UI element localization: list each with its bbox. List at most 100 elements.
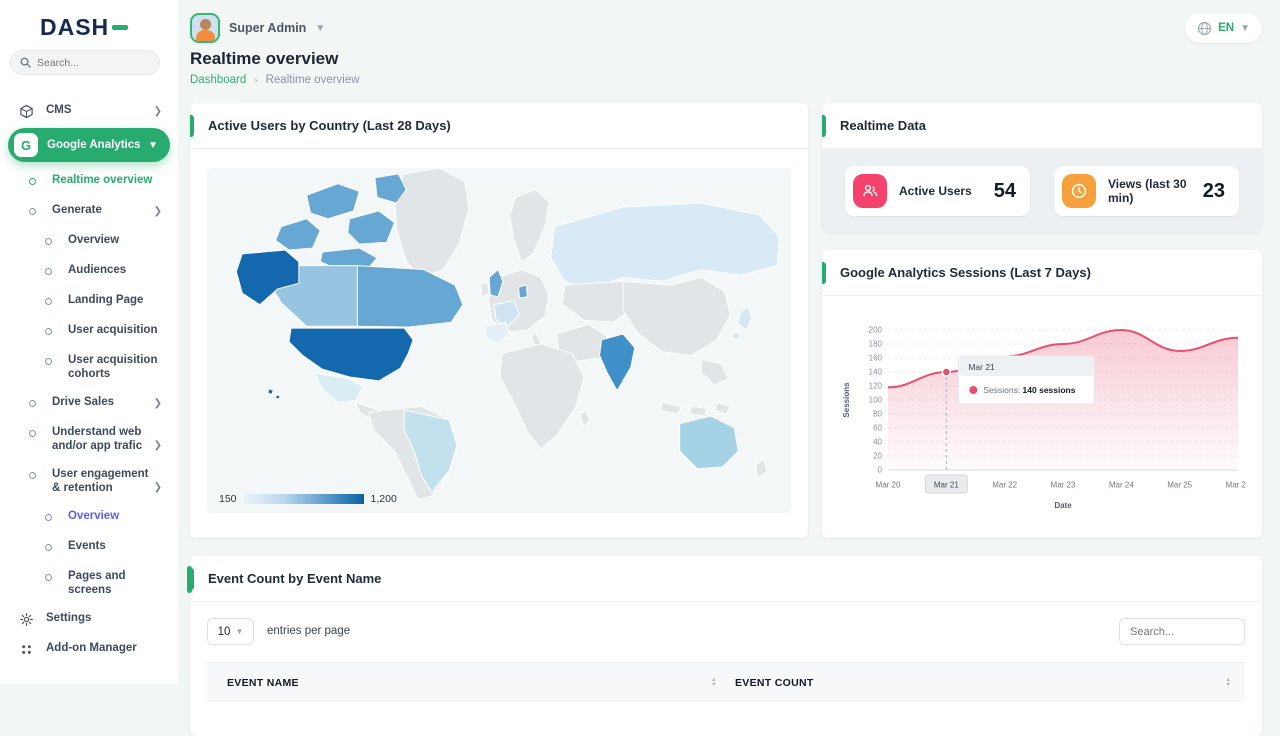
sidebar-item-pages-and-screens[interactable]: Pages and screens [0, 562, 178, 604]
world-map[interactable]: 150 1,200 [207, 168, 791, 513]
events-search-input[interactable] [1119, 618, 1245, 645]
sidebar: DASH CMS ❯ GGoogle Analytics▼ Realtime over… [0, 0, 178, 684]
sidebar-item-understand-web-and-or-app-trafic[interactable]: Understand web and/or app trafic❯ [0, 418, 178, 460]
search-icon [20, 57, 31, 68]
country-china[interactable] [623, 277, 730, 355]
sidebar-item-generate[interactable]: Generate❯ [0, 196, 178, 226]
g-icon: G [14, 133, 38, 157]
country-africa[interactable] [500, 344, 584, 449]
y-tick-label: 40 [873, 438, 882, 447]
sidebar-item-label: Pages and screens [68, 569, 164, 597]
column-header-event-name[interactable]: EVENT NAME [227, 677, 299, 689]
sidebar-item-overview[interactable]: Overview [0, 226, 178, 256]
country-scandinavia[interactable] [510, 189, 549, 261]
y-tick-label: 20 [873, 452, 882, 461]
card-accent-bar [190, 115, 194, 137]
x-axis-title: Date [1054, 501, 1072, 510]
sidebar-item-label: Realtime overview [52, 173, 156, 187]
data-point-marker [942, 368, 950, 376]
card-accent-bar [822, 115, 826, 137]
dot-icon [24, 395, 40, 411]
stat-label: Views (last 30 min) [1108, 177, 1203, 205]
dot-icon [40, 539, 56, 555]
sessions-line-chart[interactable]: 020406080100120140160180200Mar 20Mar 21M… [838, 302, 1246, 532]
entries-per-page-select[interactable]: 10 ▼ [207, 618, 254, 645]
country-madagascar[interactable] [580, 410, 590, 428]
legend-gradient-bar [244, 494, 364, 504]
sidebar-search[interactable] [10, 50, 160, 75]
y-tick-label: 100 [869, 396, 883, 405]
x-tick-label: Mar 25 [1167, 481, 1192, 490]
country-australia[interactable] [680, 416, 739, 469]
stat-views-last-30-min-: Views (last 30 min)23 [1054, 166, 1239, 216]
country-russia[interactable] [551, 203, 779, 289]
dot-icon [40, 353, 56, 369]
user-menu[interactable]: Super Admin ▼ [190, 13, 325, 43]
sidebar-item-cms[interactable]: CMS ❯ [0, 96, 178, 126]
map-legend: 150 1,200 [219, 493, 397, 505]
country-netherlands[interactable] [519, 285, 528, 298]
dot-icon [24, 173, 40, 189]
x-tick-label: Mar 20 [876, 481, 901, 490]
country-canada-arch[interactable] [275, 174, 406, 268]
breadcrumb-dashboard-link[interactable]: Dashboard [190, 74, 246, 86]
sidebar-item-settings[interactable]: Settings [0, 604, 178, 634]
globe-icon [1197, 21, 1212, 36]
language-selector[interactable]: EN ▼ [1185, 13, 1262, 43]
country-greenland[interactable] [395, 168, 469, 277]
chevron-right-icon: ❯ [154, 206, 162, 217]
realtime-data-card: Realtime Data Active Users54Views (last … [822, 103, 1262, 232]
y-tick-label: 120 [869, 382, 883, 391]
country-indonesia[interactable] [660, 402, 730, 416]
y-tick-label: 200 [869, 326, 883, 335]
entries-per-page-label: entries per page [267, 625, 350, 637]
stat-value: 23 [1203, 180, 1225, 203]
country-hawaii[interactable] [268, 389, 281, 400]
sidebar-item-label: Audiences [68, 263, 164, 277]
country-ireland[interactable] [480, 281, 489, 297]
sidebar-item-realtime-overview[interactable]: Realtime overview [0, 166, 178, 196]
sidebar-item-events[interactable]: Events [0, 532, 178, 562]
sidebar-item-user-engagement-retention[interactable]: User engagement & retention❯ [0, 460, 178, 502]
chart-tooltip: Mar 21Sessions: 140 sessions [958, 356, 1094, 404]
country-seasia[interactable] [701, 359, 728, 384]
column-header-event-count[interactable]: EVENT COUNT [735, 677, 814, 689]
sidebar-item-label: Generate [52, 203, 156, 217]
sidebar-item-google-analytics[interactable]: GGoogle Analytics▼ [8, 128, 170, 162]
y-tick-label: 60 [873, 424, 882, 433]
dot-icon [24, 425, 40, 441]
x-tick-label: Mar 22 [992, 481, 1017, 490]
chevron-down-icon: ▼ [235, 627, 243, 636]
country-spain[interactable] [484, 322, 509, 343]
legend-min: 150 [219, 493, 237, 505]
sidebar-item-label: User acquisition [68, 323, 164, 337]
country-canada-east[interactable] [357, 266, 462, 328]
sidebar-scrollbar-thumb[interactable] [187, 566, 192, 593]
sidebar-item-drive-sales[interactable]: Drive Sales❯ [0, 388, 178, 418]
sort-icon[interactable]: ▲▼ [711, 678, 716, 687]
country-newzealand[interactable] [756, 459, 768, 479]
chevron-down-icon: ▼ [315, 23, 325, 34]
sidebar-item-user-acquisition[interactable]: User acquisition [0, 316, 178, 346]
sidebar-item-add-on-manager[interactable]: Add-on Manager [0, 634, 178, 664]
sidebar-item-label: Landing Page [68, 293, 164, 307]
sidebar-item-overview[interactable]: Overview [0, 502, 178, 532]
country-japan[interactable] [732, 307, 752, 340]
sidebar-item-label: Add-on Manager [46, 641, 150, 655]
y-tick-label: 160 [869, 354, 883, 363]
country-usa[interactable] [289, 328, 413, 381]
sidebar-item-landing-page[interactable]: Landing Page [0, 286, 178, 316]
sort-icon[interactable]: ▲▼ [1226, 678, 1231, 687]
events-card-title: Event Count by Event Name [208, 571, 381, 586]
sidebar-item-audiences[interactable]: Audiences [0, 256, 178, 286]
sidebar-item-user-acquisition-cohorts[interactable]: User acquisition cohorts [0, 346, 178, 388]
sidebar-item-label: CMS [46, 103, 150, 117]
search-input[interactable] [37, 57, 147, 69]
dot-icon [40, 263, 56, 279]
realtime-card-title: Realtime Data [840, 118, 926, 133]
brand-logo[interactable]: DASH [40, 14, 128, 41]
breadcrumb-separator: › [254, 75, 257, 86]
country-india[interactable] [600, 334, 635, 391]
chevron-right-icon: ❯ [154, 106, 162, 117]
clock-icon [1062, 174, 1096, 208]
